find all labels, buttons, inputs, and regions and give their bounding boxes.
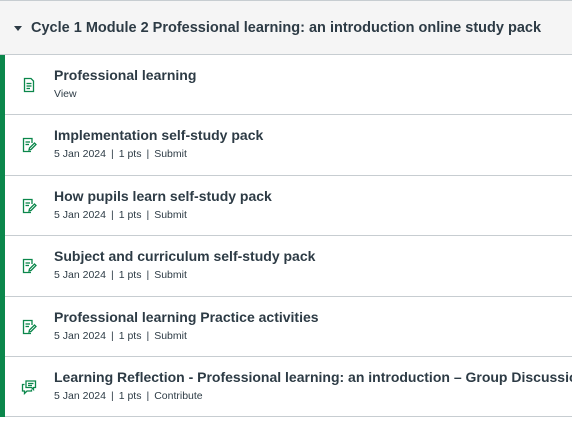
module-item[interactable]: Subject and curriculum self-study pack 5…: [5, 236, 572, 297]
item-action: Submit: [154, 148, 187, 161]
separator: |: [146, 269, 150, 282]
module-item[interactable]: Implementation self-study pack 5 Jan 202…: [5, 115, 572, 176]
item-title[interactable]: Professional learning Practice activitie…: [54, 308, 568, 326]
separator: |: [146, 148, 150, 161]
item-action: Submit: [154, 208, 187, 221]
item-points: 1 pts: [118, 208, 142, 221]
caret-down-icon[interactable]: [14, 25, 22, 31]
item-points: 1 pts: [118, 269, 142, 282]
separator: |: [110, 389, 114, 402]
item-points: 1 pts: [118, 389, 142, 402]
item-points: 1 pts: [118, 148, 142, 161]
item-action: Submit: [154, 329, 187, 342]
item-title[interactable]: Learning Reflection - Professional learn…: [54, 368, 572, 386]
item-due-date: 5 Jan 2024: [54, 148, 106, 161]
assignment-icon: [21, 319, 37, 335]
separator: |: [110, 269, 114, 282]
item-title[interactable]: How pupils learn self-study pack: [54, 187, 568, 205]
item-due-date: 5 Jan 2024: [54, 389, 106, 402]
separator: |: [146, 329, 150, 342]
item-action: Contribute: [154, 389, 203, 402]
item-due-date: 5 Jan 2024: [54, 208, 106, 221]
assignment-icon: [21, 198, 37, 214]
module: Cycle 1 Module 2 Professional learning: …: [0, 0, 572, 418]
item-title[interactable]: Subject and curriculum self-study pack: [54, 247, 568, 265]
module-item[interactable]: Professional learning View: [5, 55, 572, 116]
separator: |: [110, 148, 114, 161]
item-title[interactable]: Implementation self-study pack: [54, 126, 568, 144]
item-due-date: 5 Jan 2024: [54, 269, 106, 282]
separator: |: [146, 389, 150, 402]
assignment-icon: [21, 258, 37, 274]
module-item[interactable]: Learning Reflection - Professional learn…: [5, 357, 572, 418]
module-header[interactable]: Cycle 1 Module 2 Professional learning: …: [0, 0, 572, 55]
module-item[interactable]: How pupils learn self-study pack 5 Jan 2…: [5, 176, 572, 237]
module-title: Cycle 1 Module 2 Professional learning: …: [31, 19, 542, 36]
separator: |: [110, 329, 114, 342]
item-title[interactable]: Professional learning: [54, 66, 568, 84]
item-due-date: 5 Jan 2024: [54, 329, 106, 342]
discussion-icon: [21, 379, 37, 395]
item-action: View: [54, 88, 77, 100]
item-action: Submit: [154, 269, 187, 282]
separator: |: [146, 208, 150, 221]
item-points: 1 pts: [118, 329, 142, 342]
module-items: Professional learning View Implementatio…: [0, 55, 572, 418]
separator: |: [110, 208, 114, 221]
assignment-icon: [21, 137, 37, 153]
module-item[interactable]: Professional learning Practice activitie…: [5, 297, 572, 357]
page-icon: [21, 77, 37, 93]
